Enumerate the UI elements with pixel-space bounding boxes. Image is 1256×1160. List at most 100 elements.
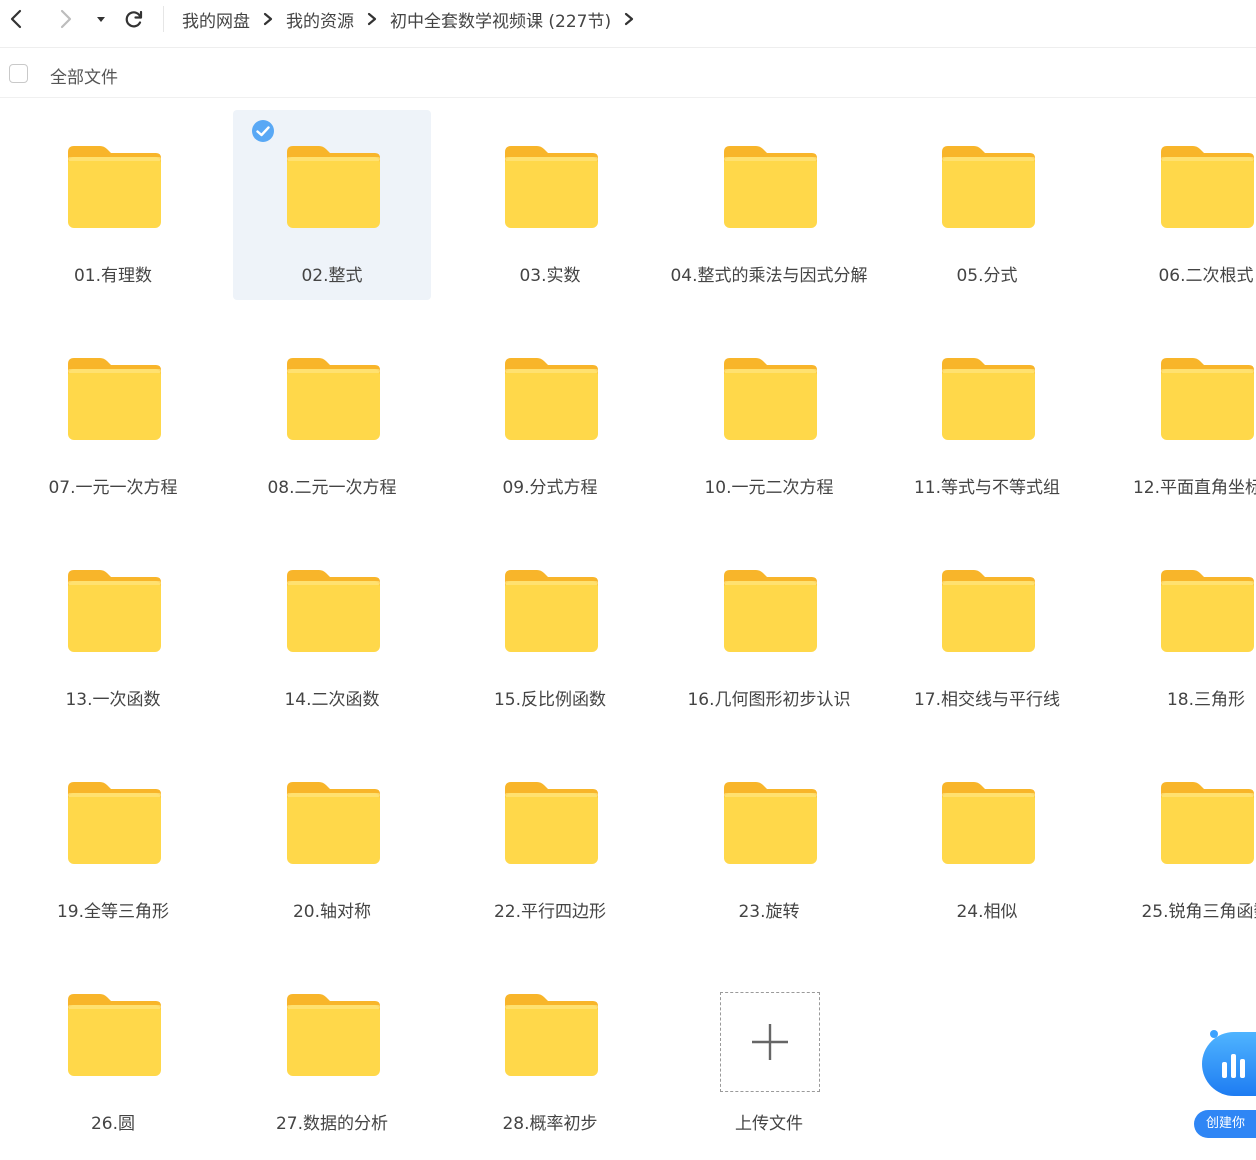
breadcrumb-item-my-resources[interactable]: 我的资源 — [286, 7, 354, 32]
folder-icon — [940, 780, 1036, 870]
folder-tile[interactable]: 24.相似 — [888, 746, 1086, 936]
folder-tile[interactable]: 15.反比例函数 — [451, 534, 649, 724]
assistant-label: 创建你 — [1194, 1110, 1256, 1138]
folder-tile[interactable]: 28.概率初步 — [451, 958, 649, 1148]
folder-name: 13.一次函数 — [65, 690, 161, 710]
folder-name: 05.分式 — [956, 266, 1018, 286]
folder-icon — [285, 992, 381, 1082]
folder-icon — [722, 780, 818, 870]
upload-file-tile[interactable]: 上传文件 — [670, 958, 868, 1148]
navigation-bar: 我的网盘 我的资源 初中全套数学视频课 (227节) — [0, 0, 1256, 48]
check-circle-icon[interactable] — [251, 119, 275, 147]
folder-name: 03.实数 — [519, 266, 581, 286]
select-all-checkbox[interactable] — [9, 64, 28, 83]
nav-divider — [163, 6, 164, 32]
folder-icon — [285, 356, 381, 446]
chevron-right-icon — [366, 12, 378, 26]
folder-icon — [66, 356, 162, 446]
folder-name: 28.概率初步 — [502, 1114, 598, 1134]
folder-name: 09.分式方程 — [502, 478, 598, 498]
folder-tile[interactable]: 12.平面直角坐标系 — [1107, 322, 1256, 512]
folder-icon — [285, 144, 381, 234]
folder-tile[interactable]: 14.二次函数 — [233, 534, 431, 724]
folder-tile[interactable]: 22.平行四边形 — [451, 746, 649, 936]
folder-name: 10.一元二次方程 — [704, 478, 834, 498]
folder-icon — [66, 780, 162, 870]
folder-icon — [66, 992, 162, 1082]
folder-tile[interactable]: 08.二元一次方程 — [233, 322, 431, 512]
folder-icon — [503, 356, 599, 446]
folder-icon — [1159, 144, 1255, 234]
file-list-header: 全部文件 — [0, 50, 1256, 98]
folder-tile[interactable]: 01.有理数 — [14, 110, 212, 300]
assistant-widget[interactable]: 创建你 — [1192, 1024, 1256, 1142]
folder-icon — [503, 780, 599, 870]
folder-name: 11.等式与不等式组 — [913, 478, 1061, 498]
history-dropdown-button[interactable] — [88, 6, 114, 32]
folder-icon — [503, 992, 599, 1082]
folder-tile[interactable]: 19.全等三角形 — [14, 746, 212, 936]
folder-tile[interactable]: 17.相交线与平行线 — [888, 534, 1086, 724]
forward-button[interactable] — [52, 6, 78, 32]
folder-name: 12.平面直角坐标系 — [1132, 478, 1256, 498]
folder-icon — [1159, 780, 1255, 870]
folder-name: 18.三角形 — [1166, 690, 1246, 710]
back-button[interactable] — [4, 6, 30, 32]
breadcrumb-item-current-folder[interactable]: 初中全套数学视频课 (227节) — [390, 7, 611, 32]
folder-name: 27.数据的分析 — [275, 1114, 389, 1134]
folder-name: 25.锐角三角函数 — [1141, 902, 1256, 922]
refresh-button[interactable] — [121, 6, 147, 32]
folder-tile[interactable]: 26.圆 — [14, 958, 212, 1148]
folder-tile[interactable]: 25.锐角三角函数 — [1107, 746, 1256, 936]
folder-icon — [722, 144, 818, 234]
cloud-chart-icon — [1202, 1032, 1256, 1096]
folder-icon — [503, 144, 599, 234]
folder-icon — [722, 356, 818, 446]
plus-icon — [752, 1024, 788, 1060]
caret-down-icon — [97, 17, 105, 22]
folder-tile[interactable]: 18.三角形 — [1107, 534, 1256, 724]
folder-name: 08.二元一次方程 — [267, 478, 397, 498]
folder-name: 07.一元一次方程 — [48, 478, 178, 498]
folder-icon — [1159, 356, 1255, 446]
folder-tile[interactable]: 04.整式的乘法与因式分解 — [670, 110, 868, 300]
folder-name: 15.反比例函数 — [493, 690, 607, 710]
chevron-right-icon — [60, 9, 72, 29]
folder-icon — [503, 568, 599, 658]
folder-tile[interactable]: 11.等式与不等式组 — [888, 322, 1086, 512]
folder-name: 06.二次根式 — [1158, 266, 1254, 286]
chevron-left-icon — [10, 9, 22, 29]
folder-tile[interactable]: 06.二次根式 — [1107, 110, 1256, 300]
all-files-label: 全部文件 — [50, 68, 118, 88]
chevron-right-icon — [262, 12, 274, 26]
folder-icon — [722, 568, 818, 658]
folder-name: 04.整式的乘法与因式分解 — [670, 266, 868, 286]
folder-tile[interactable]: 27.数据的分析 — [233, 958, 431, 1148]
folder-tile[interactable]: 02.整式 — [233, 110, 431, 300]
folder-tile[interactable]: 09.分式方程 — [451, 322, 649, 512]
folder-tile[interactable]: 20.轴对称 — [233, 746, 431, 936]
folder-tile[interactable]: 10.一元二次方程 — [670, 322, 868, 512]
folder-name: 22.平行四边形 — [493, 902, 607, 922]
upload-file-label: 上传文件 — [735, 1114, 803, 1134]
breadcrumb-item-my-drive[interactable]: 我的网盘 — [182, 7, 250, 32]
folder-icon — [1159, 568, 1255, 658]
upload-file-button[interactable] — [720, 992, 820, 1092]
folder-name: 01.有理数 — [73, 266, 153, 286]
folder-tile[interactable]: 07.一元一次方程 — [14, 322, 212, 512]
folder-tile[interactable]: 13.一次函数 — [14, 534, 212, 724]
folder-tile[interactable]: 05.分式 — [888, 110, 1086, 300]
folder-icon — [940, 144, 1036, 234]
refresh-icon — [125, 10, 143, 28]
folder-name: 14.二次函数 — [284, 690, 380, 710]
folder-tile[interactable]: 16.几何图形初步认识 — [670, 534, 868, 724]
folder-name: 23.旋转 — [738, 902, 800, 922]
folder-tile[interactable]: 23.旋转 — [670, 746, 868, 936]
folder-icon — [940, 568, 1036, 658]
chevron-right-icon[interactable] — [623, 12, 635, 26]
folder-icon — [66, 144, 162, 234]
folder-icon — [66, 568, 162, 658]
folder-name: 19.全等三角形 — [56, 902, 170, 922]
folder-icon — [285, 568, 381, 658]
folder-tile[interactable]: 03.实数 — [451, 110, 649, 300]
